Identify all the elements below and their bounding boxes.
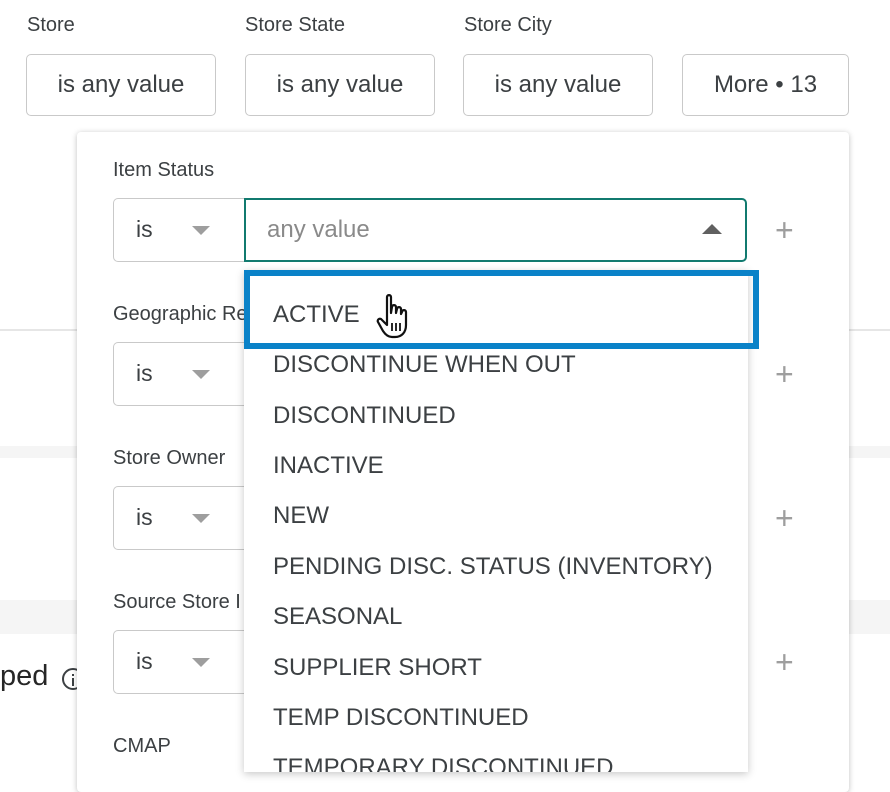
- chevron-down-icon: [192, 514, 210, 523]
- store-owner-operator-select[interactable]: is: [113, 486, 253, 550]
- item-status-operator-select[interactable]: is: [113, 198, 253, 262]
- background-heading: ped: [0, 660, 49, 692]
- option-temp-discontinued[interactable]: TEMP DISCONTINUED: [273, 704, 529, 732]
- store-filter-value: is any value: [57, 71, 185, 98]
- store-filter-label: Store: [27, 14, 75, 36]
- chevron-down-icon: [192, 226, 210, 235]
- hand-pointer-icon: [376, 294, 408, 339]
- plus-icon[interactable]: +: [775, 646, 794, 678]
- store-city-filter-value: is any value: [494, 71, 622, 98]
- item-status-value-select[interactable]: any value: [244, 198, 747, 262]
- more-filters-button[interactable]: More • 13: [682, 54, 849, 116]
- plus-icon[interactable]: +: [775, 502, 794, 534]
- source-store-label: Source Store I: [113, 591, 241, 613]
- store-city-filter-button[interactable]: is any value: [463, 54, 653, 116]
- option-temporary-discontinued[interactable]: TEMPORARY DISCONTINUED: [273, 754, 614, 772]
- store-owner-label: Store Owner: [113, 447, 226, 469]
- operator-value: is: [136, 504, 153, 530]
- plus-icon[interactable]: +: [775, 358, 794, 390]
- more-filters-label: More • 13: [713, 71, 818, 98]
- option-new[interactable]: NEW: [273, 502, 329, 530]
- geographic-region-label: Geographic Re: [113, 303, 248, 325]
- store-state-filter-button[interactable]: is any value: [245, 54, 435, 116]
- chevron-down-icon: [192, 370, 210, 379]
- store-city-filter-label: Store City: [464, 14, 552, 36]
- value-placeholder: any value: [267, 216, 370, 243]
- option-pending-disc-status[interactable]: PENDING DISC. STATUS (INVENTORY): [273, 553, 713, 581]
- operator-value: is: [136, 216, 153, 242]
- option-inactive[interactable]: INACTIVE: [273, 452, 384, 480]
- store-state-filter-value: is any value: [276, 71, 404, 98]
- plus-icon[interactable]: +: [775, 214, 794, 246]
- source-store-operator-select[interactable]: is: [113, 630, 253, 694]
- option-supplier-short[interactable]: SUPPLIER SHORT: [273, 654, 482, 682]
- operator-value: is: [136, 648, 153, 674]
- active-option-highlight: [244, 270, 759, 349]
- option-discontinued[interactable]: DISCONTINUED: [273, 402, 456, 430]
- item-status-label: Item Status: [113, 159, 215, 181]
- chevron-up-icon: [702, 224, 722, 234]
- store-filter-button[interactable]: is any value: [26, 54, 216, 116]
- option-discontinue-when-out[interactable]: DISCONTINUE WHEN OUT: [273, 351, 576, 379]
- store-state-filter-label: Store State: [245, 14, 346, 36]
- chevron-down-icon: [192, 658, 210, 667]
- operator-value: is: [136, 360, 153, 386]
- option-seasonal[interactable]: SEASONAL: [273, 603, 402, 631]
- geographic-region-operator-select[interactable]: is: [113, 342, 253, 406]
- cmap-label: CMAP: [113, 735, 171, 757]
